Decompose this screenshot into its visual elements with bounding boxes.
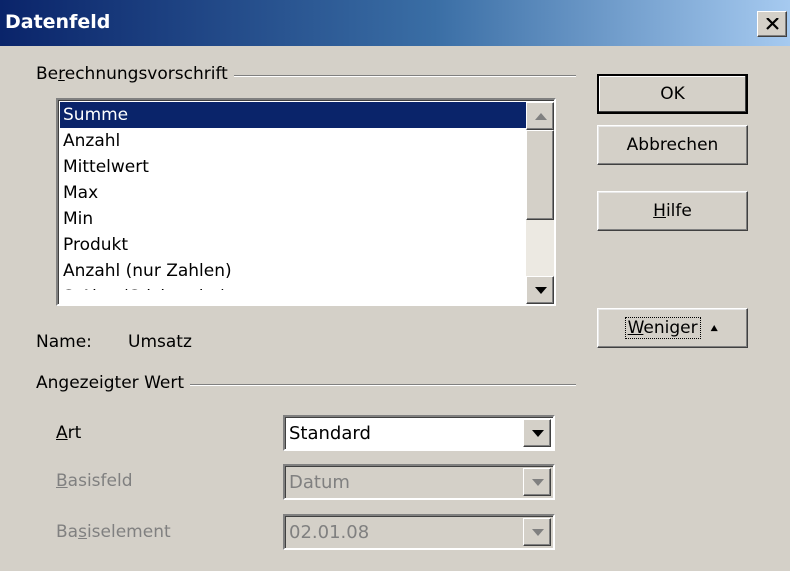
base-item-select[interactable]: 02.01.08 bbox=[283, 514, 555, 550]
listbox-scrollbar[interactable] bbox=[526, 102, 554, 304]
list-item-min[interactable]: Min bbox=[60, 206, 528, 232]
base-field-select-value: Datum bbox=[289, 472, 350, 493]
close-button[interactable] bbox=[757, 11, 787, 37]
type-dropdown-button[interactable] bbox=[523, 419, 551, 447]
list-item-summe[interactable]: Summe bbox=[60, 102, 528, 128]
cancel-button[interactable]: Abbrechen bbox=[597, 125, 748, 165]
display-group-label: Angezeigter Wert bbox=[36, 373, 190, 393]
base-field-dropdown-button[interactable] bbox=[523, 468, 551, 496]
name-value: Umsatz bbox=[128, 332, 192, 352]
title-bar[interactable]: Datenfeld bbox=[0, 0, 790, 46]
double-chevron-up-icon: ⯅ bbox=[709, 322, 720, 337]
scroll-up-icon bbox=[535, 113, 547, 120]
scroll-up-button[interactable] bbox=[526, 102, 554, 130]
base-field-label: Basisfeld bbox=[56, 471, 133, 491]
chevron-down-icon bbox=[532, 479, 544, 486]
list-item-mittelwert[interactable]: Mittelwert bbox=[60, 154, 528, 180]
less-button[interactable]: Weniger ⯅ bbox=[597, 308, 748, 348]
scroll-down-icon bbox=[535, 287, 547, 294]
type-label: Art bbox=[56, 423, 82, 443]
base-field-select[interactable]: Datum bbox=[283, 464, 555, 500]
name-label: Name: bbox=[36, 332, 92, 352]
list-item-max[interactable]: Max bbox=[60, 180, 528, 206]
base-item-select-value: 02.01.08 bbox=[289, 522, 370, 543]
window-title: Datenfeld bbox=[5, 11, 111, 33]
list-item-anzahl[interactable]: Anzahl bbox=[60, 128, 528, 154]
base-item-label: Basiselement bbox=[56, 522, 171, 542]
chevron-down-icon bbox=[532, 430, 544, 437]
type-select-value: Standard bbox=[289, 423, 371, 444]
less-button-label: Weniger bbox=[624, 317, 701, 339]
base-item-dropdown-button[interactable] bbox=[523, 518, 551, 546]
list-item-stabw[interactable]: StAbw (Stichprobe) bbox=[60, 284, 528, 290]
list-item-anzahl-nur-zahlen[interactable]: Anzahl (nur Zahlen) bbox=[60, 258, 528, 284]
type-select[interactable]: Standard bbox=[283, 415, 555, 451]
scroll-thumb[interactable] bbox=[526, 130, 554, 220]
chevron-down-icon bbox=[532, 529, 544, 536]
list-item-produkt[interactable]: Produkt bbox=[60, 232, 528, 258]
function-listbox[interactable]: Summe Anzahl Mittelwert Max Min Produkt … bbox=[56, 98, 556, 306]
help-button[interactable]: Hilfe bbox=[597, 191, 748, 231]
scroll-down-button[interactable] bbox=[526, 276, 554, 304]
calc-group-label: Berechnungsvorschrift bbox=[36, 64, 234, 84]
close-icon bbox=[766, 18, 779, 30]
ok-button[interactable]: OK bbox=[597, 74, 748, 114]
